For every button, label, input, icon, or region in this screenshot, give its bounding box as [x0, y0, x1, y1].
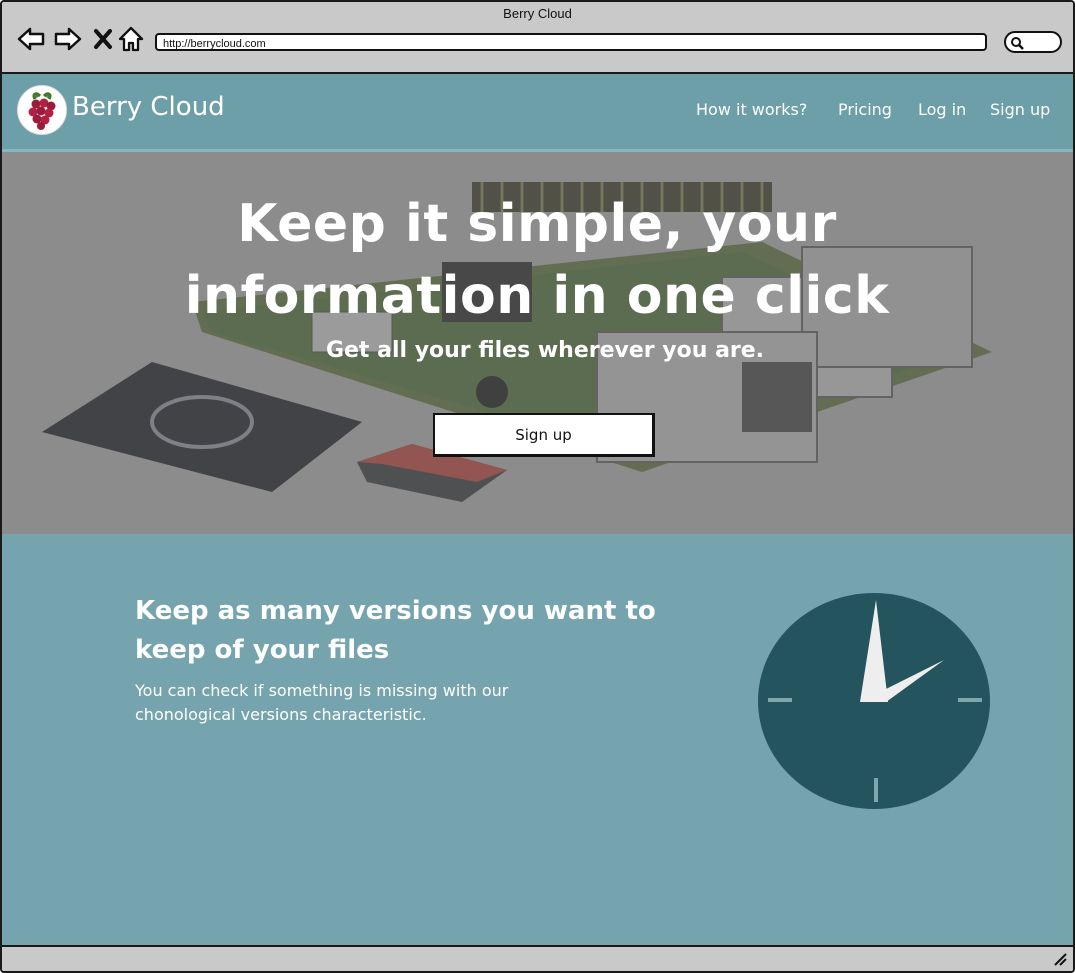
- web-page: Berry Cloud How it works? Pricing Log in…: [2, 74, 1073, 945]
- hero-signup-button[interactable]: Sign up: [433, 413, 655, 457]
- window-title: Berry Cloud: [503, 6, 572, 21]
- brand-name[interactable]: Berry Cloud: [72, 92, 225, 122]
- resize-grip-icon[interactable]: [1053, 952, 1067, 966]
- close-icon[interactable]: [88, 24, 118, 54]
- versions-feature-section: Keep as many versions you want to keep o…: [2, 534, 1073, 945]
- nav-sign-up[interactable]: Sign up: [990, 100, 1050, 119]
- clock-icon: [758, 593, 990, 809]
- status-bar: [2, 945, 1073, 971]
- browser-window: Berry Cloud http://berrycloud.com Berry …: [0, 0, 1075, 973]
- hero-section: Keep it simple, your information in one …: [2, 152, 1073, 534]
- nav-log-in[interactable]: Log in: [918, 100, 966, 119]
- search-icon: [1011, 37, 1024, 50]
- feature-description: You can check if something is missing wi…: [135, 681, 509, 724]
- hero-subtitle: Get all your files wherever you are.: [325, 338, 765, 363]
- arrow-left-icon[interactable]: [16, 24, 46, 54]
- raspberry-logo-icon[interactable]: [17, 85, 67, 135]
- address-bar[interactable]: http://berrycloud.com: [155, 33, 987, 51]
- nav-how-it-works[interactable]: How it works?: [696, 100, 807, 119]
- browser-search-field[interactable]: [1004, 31, 1062, 53]
- hero-title: Keep it simple, your information in one …: [184, 194, 890, 326]
- home-icon[interactable]: [116, 24, 146, 54]
- arrow-right-icon[interactable]: [53, 24, 83, 54]
- site-header: Berry Cloud How it works? Pricing Log in…: [2, 74, 1073, 152]
- nav-pricing[interactable]: Pricing: [838, 100, 892, 119]
- feature-title: Keep as many versions you want to keep o…: [135, 596, 656, 665]
- browser-toolbar: Berry Cloud http://berrycloud.com: [2, 2, 1073, 74]
